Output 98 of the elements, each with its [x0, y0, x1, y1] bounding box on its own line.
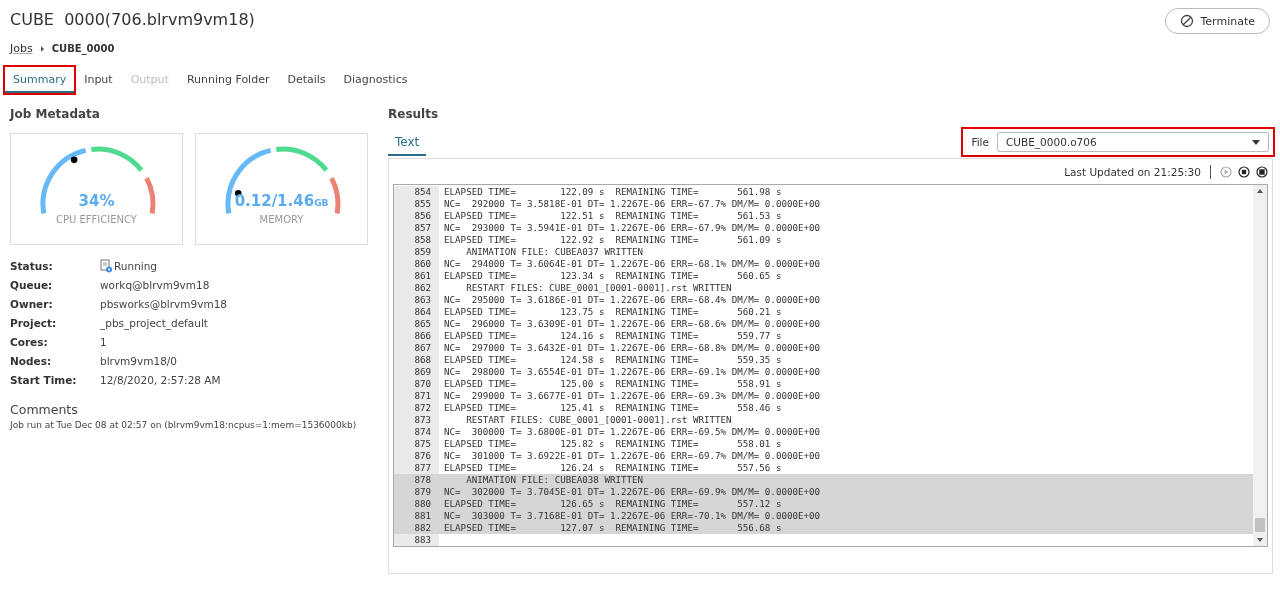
log-line: ELAPSED TIME= 125.41 s REMAINING TIME= 558.46 s: [443, 402, 783, 414]
line-number: 881: [394, 510, 439, 522]
line-number: 878: [394, 474, 439, 486]
log-line: NC= 297000 T= 3.6432E-01 DT= 1.2267E-06 ERR=-68.8% DM/M= 0.0000E+00: [443, 342, 822, 354]
line-number: 864: [394, 306, 439, 318]
field-label: Status:: [10, 259, 54, 273]
line-number: 879: [394, 486, 439, 498]
scrollbar[interactable]: [1253, 185, 1267, 546]
log-line: ELAPSED TIME= 125.82 s REMAINING TIME= 558.01 s: [443, 438, 783, 450]
field-label: Owner:: [10, 297, 54, 311]
gauge-label: MEMORY: [258, 214, 305, 225]
line-number: 882: [394, 522, 439, 534]
field-label: Start Time:: [10, 373, 78, 387]
file-label: File: [971, 136, 989, 148]
comments-heading: Comments: [10, 402, 79, 417]
file-dropdown[interactable]: CUBE_0000.o706: [997, 132, 1269, 152]
line-number: 870: [394, 378, 439, 390]
line-number: 866: [394, 330, 439, 342]
log-line: ANIMATION FILE: CUBEA037 WRITTEN: [465, 246, 645, 258]
line-number: 856: [394, 210, 439, 222]
log-line: NC= 296000 T= 3.6309E-01 DT= 1.2267E-06 ERR=-68.6% DM/M= 0.0000E+00: [443, 318, 822, 330]
log-line: RESTART FILES: CUBE_0001_[0001-0001].rst WRITTEN: [465, 414, 733, 426]
log-line: ELAPSED TIME= 122.51 s REMAINING TIME= 561.53 s: [443, 210, 783, 222]
log-line: ELAPSED TIME= 123.75 s REMAINING TIME= 560.21 s: [443, 306, 783, 318]
line-number: 863: [394, 294, 439, 306]
gauge-unit: GB: [314, 198, 329, 208]
tab[interactable]: Input: [76, 67, 121, 93]
line-number: 859: [394, 246, 439, 258]
log-line: NC= 298000 T= 3.6554E-01 DT= 1.2267E-06 ERR=-69.1% DM/M= 0.0000E+00: [443, 366, 822, 378]
field-label: Nodes:: [10, 354, 53, 368]
line-number: 860: [394, 258, 439, 270]
breadcrumb-current: CUBE_0000: [51, 43, 115, 54]
log-line: ELAPSED TIME= 126.24 s REMAINING TIME= 557.56 s: [443, 462, 783, 474]
stop-icon[interactable]: [1238, 166, 1250, 178]
field-value: _pbs_project_default: [100, 316, 209, 330]
log-line: ELAPSED TIME= 124.58 s REMAINING TIME= 559.35 s: [443, 354, 783, 366]
status-value: Running: [114, 259, 158, 273]
field-value: pbsworks@blrvm9vm18: [100, 297, 228, 311]
line-number: 858: [394, 234, 439, 246]
tab[interactable]: Details: [279, 67, 334, 93]
line-number: 869: [394, 366, 439, 378]
line-number: 876: [394, 450, 439, 462]
log-line: NC= 292000 T= 3.5818E-01 DT= 1.2267E-06 ERR=-67.7% DM/M= 0.0000E+00: [443, 198, 822, 210]
line-number: 865: [394, 318, 439, 330]
gauge-label: CPU EFFICIENCY: [55, 214, 138, 225]
log-line: ELAPSED TIME= 122.09 s REMAINING TIME= 561.98 s: [443, 186, 783, 198]
line-number: 872: [394, 402, 439, 414]
field-label: Cores:: [10, 335, 49, 349]
section-heading: Results: [388, 107, 440, 121]
file-dropdown-value: CUBE_0000.o706: [1006, 136, 1097, 148]
line-number: 868: [394, 354, 439, 366]
field-value: 1: [100, 335, 108, 349]
last-updated-text: Last Updated on 21:25:30: [1064, 166, 1201, 178]
log-line: NC= 294000 T= 3.6064E-01 DT= 1.2267E-06 ERR=-68.1% DM/M= 0.0000E+00: [443, 258, 822, 270]
line-number: 854: [394, 186, 439, 198]
log-line: ELAPSED TIME= 123.34 s REMAINING TIME= 560.65 s: [443, 270, 783, 282]
log-line: ELAPSED TIME= 122.92 s REMAINING TIME= 561.09 s: [443, 234, 783, 246]
gauge-value: 34%: [78, 192, 115, 210]
line-number: 857: [394, 222, 439, 234]
field-value: blrvm9vm18/0: [100, 354, 179, 368]
line-number: 861: [394, 270, 439, 282]
line-number: 874: [394, 426, 439, 438]
log-line: NC= 301000 T= 3.6922E-01 DT= 1.2267E-06 ERR=-69.7% DM/M= 0.0000E+00: [443, 450, 822, 462]
running-status-icon: [100, 259, 113, 273]
line-number: 880: [394, 498, 439, 510]
section-heading: Job Metadata: [10, 107, 101, 121]
gauge-value: 0.12/1.46: [234, 192, 315, 210]
breadcrumb-link[interactable]: Jobs: [10, 42, 33, 55]
line-number: 867: [394, 342, 439, 354]
stop-icon[interactable]: [1256, 166, 1268, 178]
line-number: 871: [394, 390, 439, 402]
field-value: 12/8/2020, 2:57:28 AM: [100, 373, 222, 387]
tab[interactable]: Summary: [5, 67, 75, 93]
line-number: 862: [394, 282, 439, 294]
tab[interactable]: Diagnostics: [335, 67, 416, 93]
prohibited-icon: [1180, 14, 1195, 28]
log-line: ELAPSED TIME= 125.00 s REMAINING TIME= 558.91 s: [443, 378, 783, 390]
page-title: CUBE 0000(706.blrvm9vm18): [10, 10, 255, 29]
line-number: 873: [394, 414, 439, 426]
log-line: NC= 293000 T= 3.5941E-01 DT= 1.2267E-06 ERR=-67.9% DM/M= 0.0000E+00: [443, 222, 822, 234]
log-line: ELAPSED TIME= 124.16 s REMAINING TIME= 559.77 s: [443, 330, 783, 342]
breadcrumb-separator-icon: [40, 45, 44, 52]
log-line: NC= 300000 T= 3.6800E-01 DT= 1.2267E-06 ERR=-69.5% DM/M= 0.0000E+00: [443, 426, 822, 438]
line-number: 875: [394, 438, 439, 450]
field-value: workq@blrvm9vm18: [100, 278, 211, 292]
tab[interactable]: Running Folder: [178, 67, 278, 93]
tab[interactable]: Text: [388, 131, 427, 156]
terminate-button[interactable]: Terminate: [1165, 8, 1270, 34]
line-number: 855: [394, 198, 439, 210]
field-label: Queue:: [10, 278, 54, 292]
line-number: 883: [394, 534, 439, 546]
field-label: Project:: [10, 316, 58, 330]
caret-icon: [1252, 139, 1260, 145]
log-line: NC= 295000 T= 3.6186E-01 DT= 1.2267E-06 ERR=-68.4% DM/M= 0.0000E+00: [443, 294, 822, 306]
log-line: RESTART FILES: CUBE_0001_[0001-0001].rst WRITTEN: [465, 282, 733, 294]
comment-text: Job run at Tue Dec 08 at 02:57 on (blrvm9vm18:ncpus=1:mem=1536000kb): [10, 419, 357, 431]
log-line: NC= 299000 T= 3.6677E-01 DT= 1.2267E-06 ERR=-69.3% DM/M= 0.0000E+00: [443, 390, 822, 402]
line-number: 877: [394, 462, 439, 474]
